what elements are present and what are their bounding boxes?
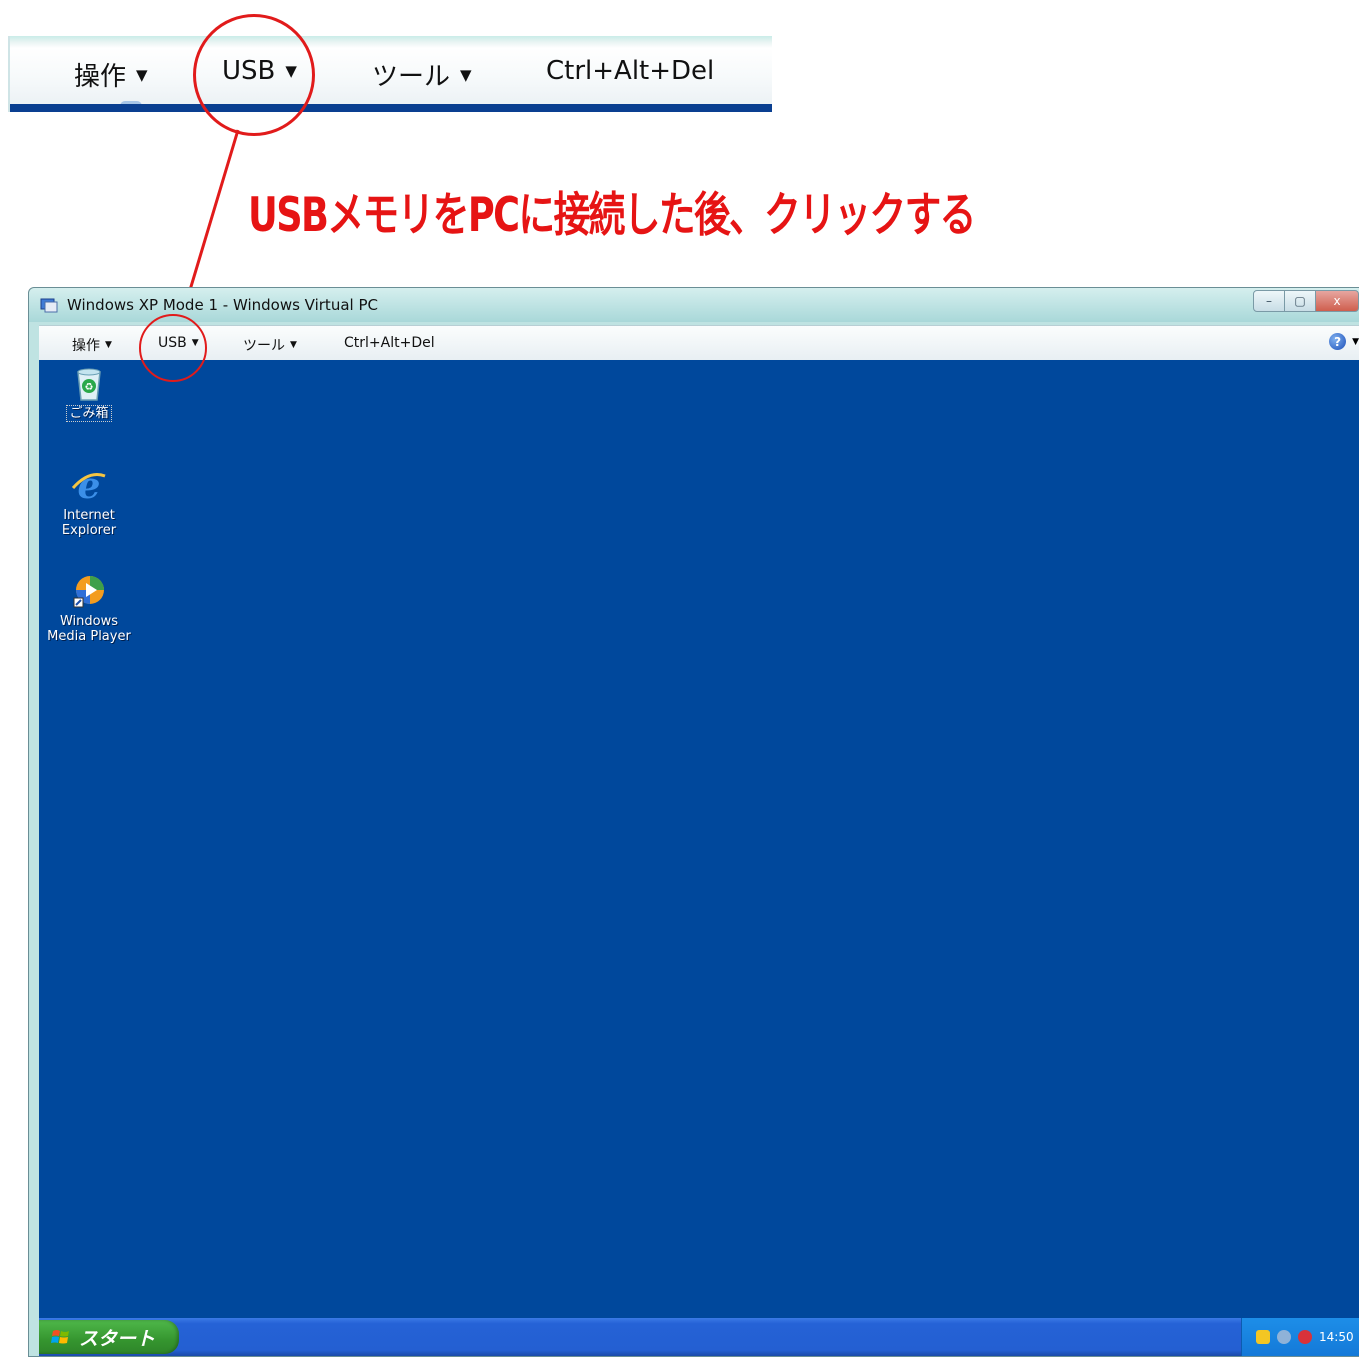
desktop-icon-internet-explorer[interactable]: e Internet Explorer	[39, 466, 139, 538]
chevron-down-icon: ▼	[290, 340, 297, 350]
alert-icon[interactable]	[1298, 1330, 1312, 1344]
windows-flag-icon	[51, 1330, 69, 1344]
window-controls: – ▢ x	[1253, 290, 1359, 312]
chevron-down-icon: ▼	[105, 340, 112, 350]
virtual-pc-icon	[40, 298, 58, 313]
media-player-label-line1: Windows	[59, 614, 119, 629]
menu-tools-label: ツール	[243, 338, 285, 354]
xp-desktop[interactable]: ♻ ごみ箱 e Internet Explorer Windows Media …	[39, 360, 1359, 1356]
annotation-text: USBメモリをPCに接続した後、クリックする	[248, 188, 976, 243]
menu-ctrl-alt-del[interactable]: Ctrl+Alt+Del	[344, 335, 435, 351]
start-button[interactable]: スタート	[39, 1320, 179, 1354]
tray-clock: 14:50	[1319, 1330, 1354, 1344]
internet-explorer-label-line1: Internet	[63, 508, 115, 523]
close-icon: x	[1333, 294, 1341, 308]
internet-explorer-icon: e	[71, 466, 106, 506]
media-player-label-line2: Media Player	[47, 629, 131, 644]
vm-toolbar: 操作 ▼ USB ▼ ツール ▼ Ctrl+Alt+Del ? ▼	[39, 325, 1359, 360]
security-shield-icon[interactable]	[1256, 1330, 1270, 1344]
menu-operation[interactable]: 操作 ▼	[72, 335, 112, 355]
svg-text:e: e	[78, 466, 101, 506]
menu-ctrl-alt-del-label: Ctrl+Alt+Del	[344, 335, 435, 351]
annotation-circle-small	[139, 314, 207, 382]
xp-taskbar: スタート 14:50	[39, 1318, 1359, 1356]
recycle-bin-icon: ♻	[77, 368, 101, 401]
menu-tools[interactable]: ツール ▼	[243, 335, 297, 355]
close-button[interactable]: x	[1315, 290, 1359, 312]
menu-operation-label: 操作	[72, 338, 100, 354]
desktop-icon-recycle-bin[interactable]: ♻ ごみ箱	[39, 364, 139, 422]
chevron-down-icon: ▼	[1352, 336, 1359, 347]
recycle-bin-label: ごみ箱	[66, 405, 112, 422]
window-title: Windows XP Mode 1 - Windows Virtual PC	[67, 296, 378, 314]
internet-explorer-label-line2: Explorer	[61, 523, 117, 538]
system-tray: 14:50	[1241, 1318, 1359, 1356]
help-button[interactable]: ? ▼	[1329, 333, 1359, 350]
media-player-icon	[73, 576, 104, 608]
desktop-icon-media-player[interactable]: Windows Media Player	[39, 572, 139, 644]
minimize-icon: –	[1266, 294, 1272, 308]
maximize-icon: ▢	[1294, 294, 1306, 308]
window-titlebar[interactable]: Windows XP Mode 1 - Windows Virtual PC –…	[29, 288, 1359, 322]
svg-text:♻: ♻	[85, 382, 94, 393]
start-label: スタート	[79, 1327, 156, 1350]
minimize-button[interactable]: –	[1253, 290, 1285, 312]
vm-window: Windows XP Mode 1 - Windows Virtual PC –…	[28, 287, 1359, 1357]
network-icon[interactable]	[1277, 1330, 1291, 1344]
maximize-button[interactable]: ▢	[1284, 290, 1316, 312]
help-icon: ?	[1329, 333, 1347, 350]
